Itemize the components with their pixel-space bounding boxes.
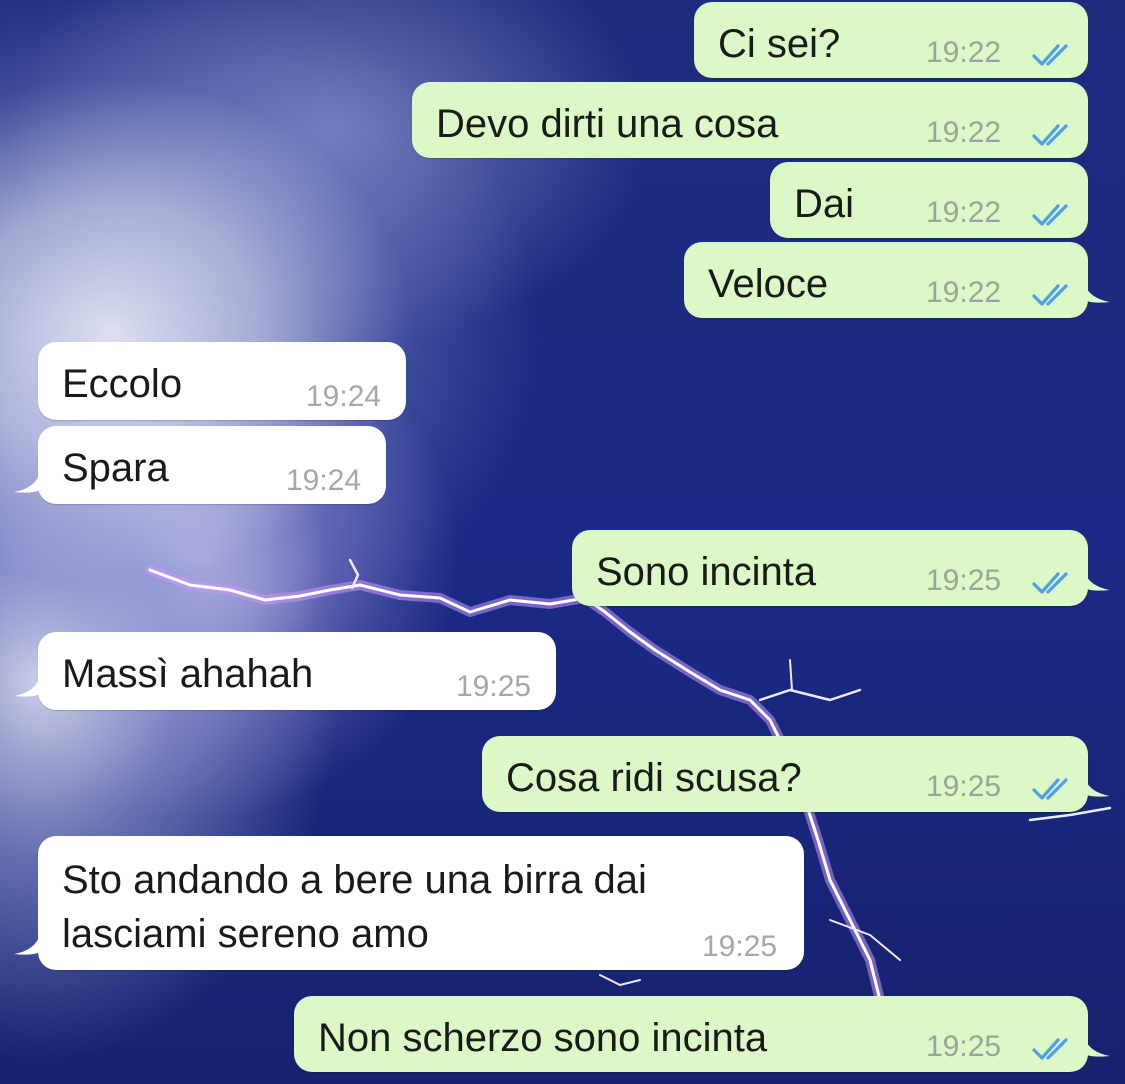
bubble-tail-outgoing [1084,570,1110,591]
double-check-read-icon [1032,124,1068,146]
message-text: Non scherzo sono incinta [318,1016,768,1060]
double-check-read-icon [1032,778,1068,800]
message-text-line1: Sto andando a bere una birra dai [62,858,647,902]
message-time: 19:25 [926,770,1002,803]
message-text: Sono incinta [596,550,817,594]
message-text: Cosa ridi scusa? [506,756,802,800]
double-check-read-icon [1032,1038,1068,1060]
bubble-tail-outgoing [1084,776,1110,797]
message-text: Spara [62,446,169,490]
bubble-tail-incoming [14,676,40,697]
double-check-read-icon [1032,284,1068,306]
message-time: 19:22 [926,276,1002,309]
message-bubble-outgoing[interactable]: Dai 19:22 [770,162,1088,238]
double-check-read-icon [1032,572,1068,594]
message-bubble-outgoing[interactable]: Sono incinta 19:25 [572,530,1088,606]
message-text-line2: lasciami sereno amo [62,912,429,956]
message-bubble-outgoing[interactable]: Cosa ridi scusa? 19:25 [482,736,1088,812]
message-text: Ci sei? [718,22,841,66]
message-bubble-incoming[interactable]: Eccolo 19:24 [38,342,406,420]
message-bubble-incoming[interactable]: Sto andando a bere una birra dai lasciam… [38,836,804,970]
bubble-tail-outgoing [1084,282,1110,303]
message-bubble-outgoing[interactable]: Non scherzo sono incinta 19:25 [294,996,1088,1072]
message-text: Massì ahahah [62,652,314,696]
message-time: 19:22 [926,36,1002,69]
message-time: 19:25 [926,1030,1002,1063]
message-text: Devo dirti una cosa [436,102,779,146]
double-check-read-icon [1032,44,1068,66]
message-time: 19:24 [306,380,382,413]
message-bubble-outgoing[interactable]: Devo dirti una cosa 19:22 [412,82,1088,158]
message-time: 19:22 [926,196,1002,229]
message-time: 19:25 [456,670,532,703]
double-check-read-icon [1032,204,1068,226]
message-time: 19:25 [702,930,778,963]
message-bubble-incoming[interactable]: Spara 19:24 [38,426,386,504]
message-bubble-outgoing[interactable]: Ci sei? 19:22 [694,2,1088,78]
bubble-tail-incoming [14,472,40,493]
message-text: Veloce [708,262,829,306]
message-bubble-outgoing[interactable]: Veloce 19:22 [684,242,1088,318]
bubble-tail-outgoing [1084,1036,1110,1057]
bubble-tail-incoming [14,934,40,955]
message-time: 19:22 [926,116,1002,149]
message-bubble-incoming[interactable]: Massì ahahah 19:25 [38,632,556,710]
message-time: 19:25 [926,564,1002,597]
message-text: Dai [794,182,855,226]
message-time: 19:24 [286,464,362,497]
chat-area[interactable]: Ci sei? 19:22 Devo dirti una cosa 19:22 … [0,0,1125,1084]
message-text: Eccolo [62,362,183,406]
